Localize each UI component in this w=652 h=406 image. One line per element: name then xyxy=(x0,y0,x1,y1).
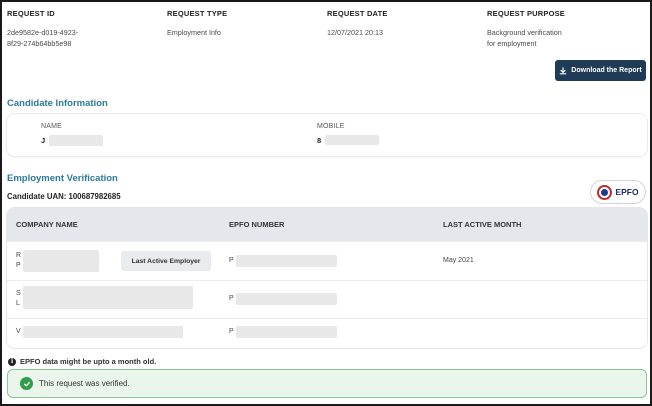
redacted-epfo xyxy=(236,255,337,267)
request-purpose-column: REQUEST PURPOSE Background verification … xyxy=(487,9,565,49)
table-header: COMPANY NAME EPFO NUMBER LAST ACTIVE MON… xyxy=(7,208,647,241)
download-report-button[interactable]: Download the Report xyxy=(555,60,646,81)
request-date-header: REQUEST DATE xyxy=(327,9,388,18)
redacted-name xyxy=(49,135,103,146)
redacted-company xyxy=(23,286,193,309)
table-row: R P Last Active Employer P May 2021 xyxy=(7,241,647,280)
epfo-note-text: EPFO data might be upto a month old. xyxy=(20,357,157,366)
table-row: V P xyxy=(7,318,647,348)
epfo-badge: EPFO xyxy=(590,180,646,204)
request-purpose-line-2: for employment xyxy=(487,39,537,48)
request-type-column: REQUEST TYPE Employment Info xyxy=(167,9,227,38)
epfo-logo-icon xyxy=(597,184,613,200)
verified-banner: This request was verified. xyxy=(7,369,647,398)
request-purpose-line-1: Background verification xyxy=(487,28,562,37)
request-date-column: REQUEST DATE 12/07/2021 20:13 xyxy=(327,9,388,38)
candidate-name-value: J xyxy=(41,136,46,145)
request-type-value: Employment Info xyxy=(167,28,221,37)
company-line-2: P xyxy=(16,262,21,269)
candidate-mobile-value: 8 xyxy=(317,136,322,145)
redacted-epfo xyxy=(236,293,337,305)
info-icon: i xyxy=(8,357,16,366)
candidate-mobile-label: MOBILE xyxy=(317,123,345,130)
epfo-number: P xyxy=(229,328,234,335)
request-id-column: REQUEST ID 2de9582e-d019-4923- 8f29-274b… xyxy=(7,9,78,49)
candidate-name-label: NAME xyxy=(41,123,63,130)
request-purpose-value: Background verification for employment xyxy=(487,27,565,49)
download-icon xyxy=(559,66,567,74)
checkmark-icon xyxy=(20,377,33,390)
company-line-1: V xyxy=(16,328,21,335)
request-id-line-2: 8f29-274b64bb5e98 xyxy=(7,39,72,48)
column-epfo-number: EPFO NUMBER xyxy=(229,220,285,229)
table-row: S L P xyxy=(7,280,647,318)
candidate-section-title: Candidate Information xyxy=(7,98,108,109)
company-line-2: L xyxy=(16,300,20,307)
column-company-name: COMPANY NAME xyxy=(16,220,78,229)
redacted-mobile xyxy=(325,135,379,145)
request-type-header: REQUEST TYPE xyxy=(167,9,228,18)
company-line-1: S xyxy=(16,290,21,297)
column-last-active-month: LAST ACTIVE MONTH xyxy=(443,220,522,229)
redacted-company xyxy=(23,326,183,338)
epfo-number: P xyxy=(229,257,234,264)
request-id-line-1: 2de9582e-d019-4923- xyxy=(7,28,79,37)
epfo-number: P xyxy=(229,295,234,302)
request-purpose-header: REQUEST PURPOSE xyxy=(487,9,566,18)
redacted-company xyxy=(23,250,99,272)
request-id-header: REQUEST ID xyxy=(7,9,55,18)
request-date-value: 12/07/2021 20:13 xyxy=(327,28,383,37)
download-report-label: Download the Report xyxy=(571,67,642,74)
epfo-badge-label: EPFO xyxy=(615,187,639,197)
verified-message: This request was verified. xyxy=(39,379,130,388)
request-id-value: 2de9582e-d019-4923- 8f29-274b64bb5e98 xyxy=(7,27,78,49)
request-meta: REQUEST ID 2de9582e-d019-4923- 8f29-274b… xyxy=(7,9,647,59)
candidate-card: NAME J MOBILE 8 xyxy=(7,114,647,156)
last-active-month: May 2021 xyxy=(443,257,474,264)
employment-section-title: Employment Verification xyxy=(7,173,118,184)
candidate-uan: Candidate UAN: 100687982685 xyxy=(7,192,121,201)
company-line-1: R xyxy=(16,252,22,259)
employment-table: COMPANY NAME EPFO NUMBER LAST ACTIVE MON… xyxy=(7,208,647,348)
epfo-data-note: i EPFO data might be upto a month old. xyxy=(8,357,156,366)
redacted-epfo xyxy=(236,326,337,338)
last-active-employer-tag: Last Active Employer xyxy=(121,251,211,271)
